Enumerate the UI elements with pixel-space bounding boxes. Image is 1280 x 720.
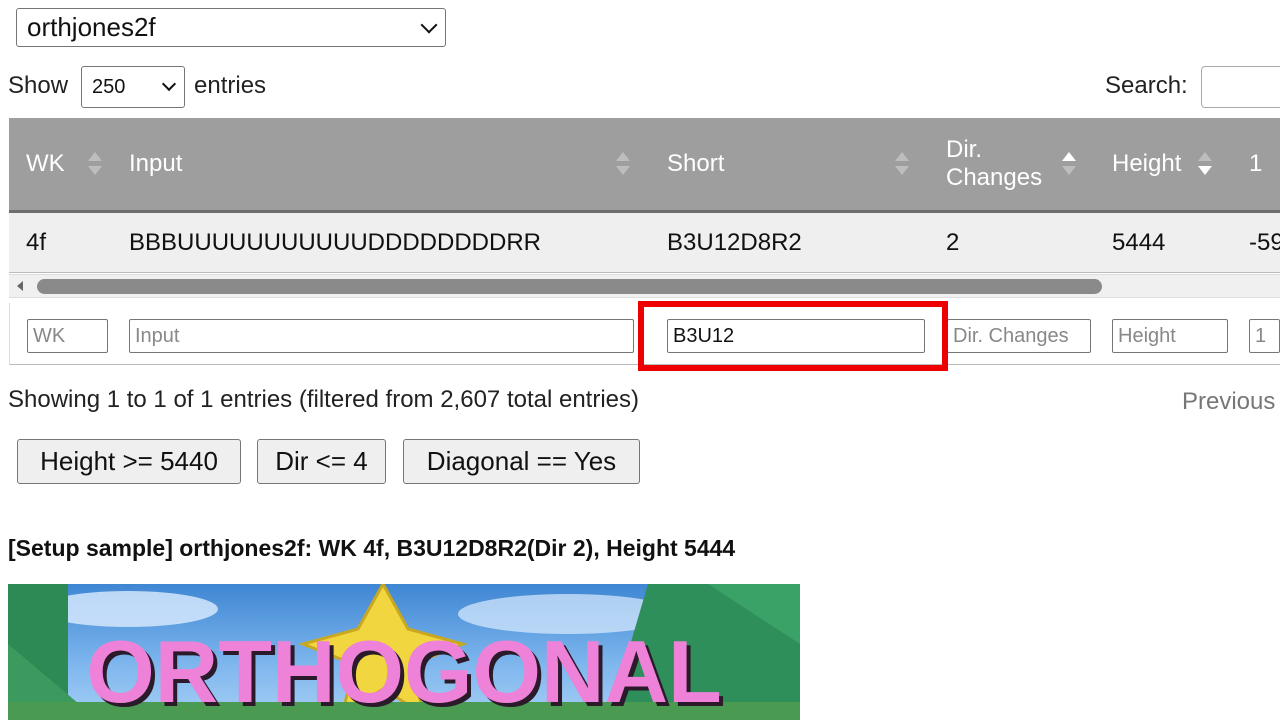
- column-header-label: Short: [667, 150, 725, 177]
- column-header-label-line2: Changes: [946, 164, 1043, 191]
- banner-graphic: ORTHOGONAL ORTHOGONAL: [8, 584, 800, 720]
- column-header-wk[interactable]: WK: [26, 118, 102, 210]
- cell-short: B3U12D8R2: [667, 229, 802, 256]
- scroll-left-arrow-icon[interactable]: [17, 281, 23, 291]
- banner-text: ORTHOGONAL: [86, 622, 722, 720]
- column-header-short[interactable]: Short: [667, 118, 917, 210]
- sort-desc-icon: [88, 166, 102, 175]
- sort-desc-icon: [1062, 166, 1076, 175]
- cell-wk: 4f: [26, 229, 47, 256]
- sort-desc-icon: [1198, 166, 1212, 175]
- column-header-label: 1: [1249, 150, 1263, 177]
- filter-diagonal-button[interactable]: Diagonal == Yes: [403, 439, 640, 484]
- cell-input: BBBUUUUUUUUUUUDDDDDDDDRR: [129, 229, 541, 256]
- scrollbar-thumb[interactable]: [37, 279, 1102, 294]
- entries-length-value: 250: [92, 75, 126, 98]
- column-header-label: Height: [1112, 150, 1182, 177]
- filter-dir-changes-input[interactable]: [947, 319, 1091, 353]
- sort-asc-icon: [895, 152, 909, 161]
- dataset-select[interactable]: orthjones2f: [16, 8, 446, 47]
- filter-wk-input[interactable]: [27, 319, 108, 353]
- column-header-input[interactable]: Input: [129, 118, 630, 210]
- sort-asc-icon: [616, 152, 630, 161]
- column-header-height[interactable]: Height: [1112, 118, 1222, 210]
- sort-asc-icon: [1198, 152, 1212, 161]
- table-row: 4f BBBUUUUUUUUUUUDDDDDDDDRR B3U12D8R2 2 …: [9, 213, 1280, 273]
- table-header: WK Input Short Dir. Changes Height 1: [9, 118, 1280, 213]
- column-header-label-line1: Dir.: [946, 136, 982, 163]
- filter-dir-button[interactable]: Dir <= 4: [257, 439, 386, 484]
- filter-height-input[interactable]: [1112, 319, 1228, 353]
- search-input[interactable]: [1201, 66, 1280, 108]
- cell-dir-changes: 2: [946, 229, 960, 256]
- chevron-down-icon: [420, 16, 438, 33]
- dataset-select-value: orthjones2f: [27, 12, 156, 42]
- previous-page-link[interactable]: Previous: [1182, 388, 1275, 416]
- entries-label: entries: [194, 72, 267, 99]
- column-header-label: Input: [129, 150, 183, 177]
- filter-height-button[interactable]: Height >= 5440: [17, 439, 241, 484]
- sort-desc-icon: [895, 166, 909, 175]
- chevron-down-icon: [161, 76, 177, 92]
- cell-col-1: -59: [1249, 229, 1280, 256]
- highlight-annotation-box: [638, 301, 948, 371]
- search-label: Search:: [1105, 72, 1188, 99]
- column-header-label: WK: [26, 150, 65, 177]
- sort-asc-icon: [88, 152, 102, 161]
- filter-input-input[interactable]: [129, 319, 634, 353]
- sort-desc-icon: [616, 166, 630, 175]
- orthogonal-banner-image: ORTHOGONAL ORTHOGONAL: [8, 584, 800, 720]
- entries-length-select[interactable]: 250: [81, 66, 185, 108]
- table-info: Showing 1 to 1 of 1 entries (filtered fr…: [8, 386, 639, 413]
- show-label: Show: [8, 72, 69, 99]
- column-header-1[interactable]: 1: [1249, 118, 1280, 210]
- column-header-dir-changes[interactable]: Dir. Changes: [946, 118, 1086, 210]
- cell-height: 5444: [1112, 229, 1166, 256]
- setup-sample-title: [Setup sample] orthjones2f: WK 4f, B3U12…: [8, 535, 736, 561]
- filter-col-1-input[interactable]: [1249, 319, 1280, 353]
- sort-asc-icon: [1062, 152, 1076, 161]
